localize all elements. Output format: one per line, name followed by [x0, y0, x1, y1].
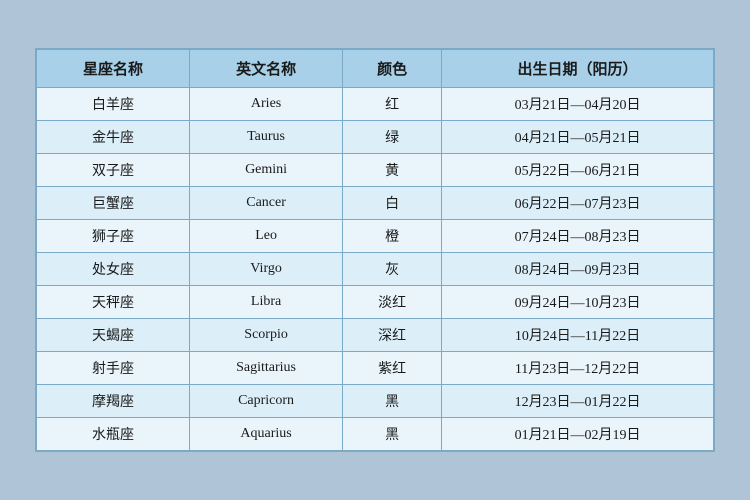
cell-english-name: Leo	[190, 220, 343, 253]
cell-dates: 04月21日—05月21日	[442, 121, 714, 154]
table-row: 狮子座Leo橙07月24日—08月23日	[37, 220, 714, 253]
cell-dates: 12月23日—01月22日	[442, 385, 714, 418]
cell-english-name: Aries	[190, 88, 343, 121]
cell-english-name: Cancer	[190, 187, 343, 220]
header-chinese-name: 星座名称	[37, 50, 190, 88]
cell-dates: 05月22日—06月21日	[442, 154, 714, 187]
table-row: 处女座Virgo灰08月24日—09月23日	[37, 253, 714, 286]
table-row: 射手座Sagittarius紫红11月23日—12月22日	[37, 352, 714, 385]
cell-english-name: Capricorn	[190, 385, 343, 418]
cell-chinese-name: 金牛座	[37, 121, 190, 154]
table-row: 白羊座Aries红03月21日—04月20日	[37, 88, 714, 121]
cell-english-name: Libra	[190, 286, 343, 319]
table-row: 水瓶座Aquarius黑01月21日—02月19日	[37, 418, 714, 451]
cell-english-name: Aquarius	[190, 418, 343, 451]
header-color: 颜色	[343, 50, 442, 88]
cell-english-name: Sagittarius	[190, 352, 343, 385]
table-row: 摩羯座Capricorn黑12月23日—01月22日	[37, 385, 714, 418]
cell-chinese-name: 天蝎座	[37, 319, 190, 352]
cell-chinese-name: 处女座	[37, 253, 190, 286]
cell-chinese-name: 白羊座	[37, 88, 190, 121]
cell-dates: 08月24日—09月23日	[442, 253, 714, 286]
zodiac-table-container: 星座名称 英文名称 颜色 出生日期（阳历） 白羊座Aries红03月21日—04…	[35, 48, 715, 452]
cell-dates: 07月24日—08月23日	[442, 220, 714, 253]
cell-color: 红	[343, 88, 442, 121]
cell-color: 绿	[343, 121, 442, 154]
cell-dates: 01月21日—02月19日	[442, 418, 714, 451]
table-header-row: 星座名称 英文名称 颜色 出生日期（阳历）	[37, 50, 714, 88]
cell-color: 深红	[343, 319, 442, 352]
cell-color: 灰	[343, 253, 442, 286]
cell-chinese-name: 射手座	[37, 352, 190, 385]
cell-dates: 03月21日—04月20日	[442, 88, 714, 121]
cell-english-name: Gemini	[190, 154, 343, 187]
table-row: 天秤座Libra淡红09月24日—10月23日	[37, 286, 714, 319]
header-dates: 出生日期（阳历）	[442, 50, 714, 88]
cell-chinese-name: 天秤座	[37, 286, 190, 319]
cell-color: 黑	[343, 418, 442, 451]
table-row: 天蝎座Scorpio深红10月24日—11月22日	[37, 319, 714, 352]
cell-chinese-name: 水瓶座	[37, 418, 190, 451]
cell-chinese-name: 双子座	[37, 154, 190, 187]
cell-dates: 06月22日—07月23日	[442, 187, 714, 220]
table-row: 金牛座Taurus绿04月21日—05月21日	[37, 121, 714, 154]
cell-chinese-name: 摩羯座	[37, 385, 190, 418]
cell-dates: 11月23日—12月22日	[442, 352, 714, 385]
table-row: 巨蟹座Cancer白06月22日—07月23日	[37, 187, 714, 220]
table-body: 白羊座Aries红03月21日—04月20日金牛座Taurus绿04月21日—0…	[37, 88, 714, 451]
cell-dates: 09月24日—10月23日	[442, 286, 714, 319]
cell-english-name: Virgo	[190, 253, 343, 286]
cell-color: 黑	[343, 385, 442, 418]
cell-english-name: Scorpio	[190, 319, 343, 352]
cell-chinese-name: 狮子座	[37, 220, 190, 253]
cell-color: 紫红	[343, 352, 442, 385]
cell-color: 白	[343, 187, 442, 220]
cell-color: 黄	[343, 154, 442, 187]
cell-dates: 10月24日—11月22日	[442, 319, 714, 352]
zodiac-table: 星座名称 英文名称 颜色 出生日期（阳历） 白羊座Aries红03月21日—04…	[36, 49, 714, 451]
header-english-name: 英文名称	[190, 50, 343, 88]
cell-chinese-name: 巨蟹座	[37, 187, 190, 220]
table-row: 双子座Gemini黄05月22日—06月21日	[37, 154, 714, 187]
cell-color: 橙	[343, 220, 442, 253]
cell-color: 淡红	[343, 286, 442, 319]
cell-english-name: Taurus	[190, 121, 343, 154]
